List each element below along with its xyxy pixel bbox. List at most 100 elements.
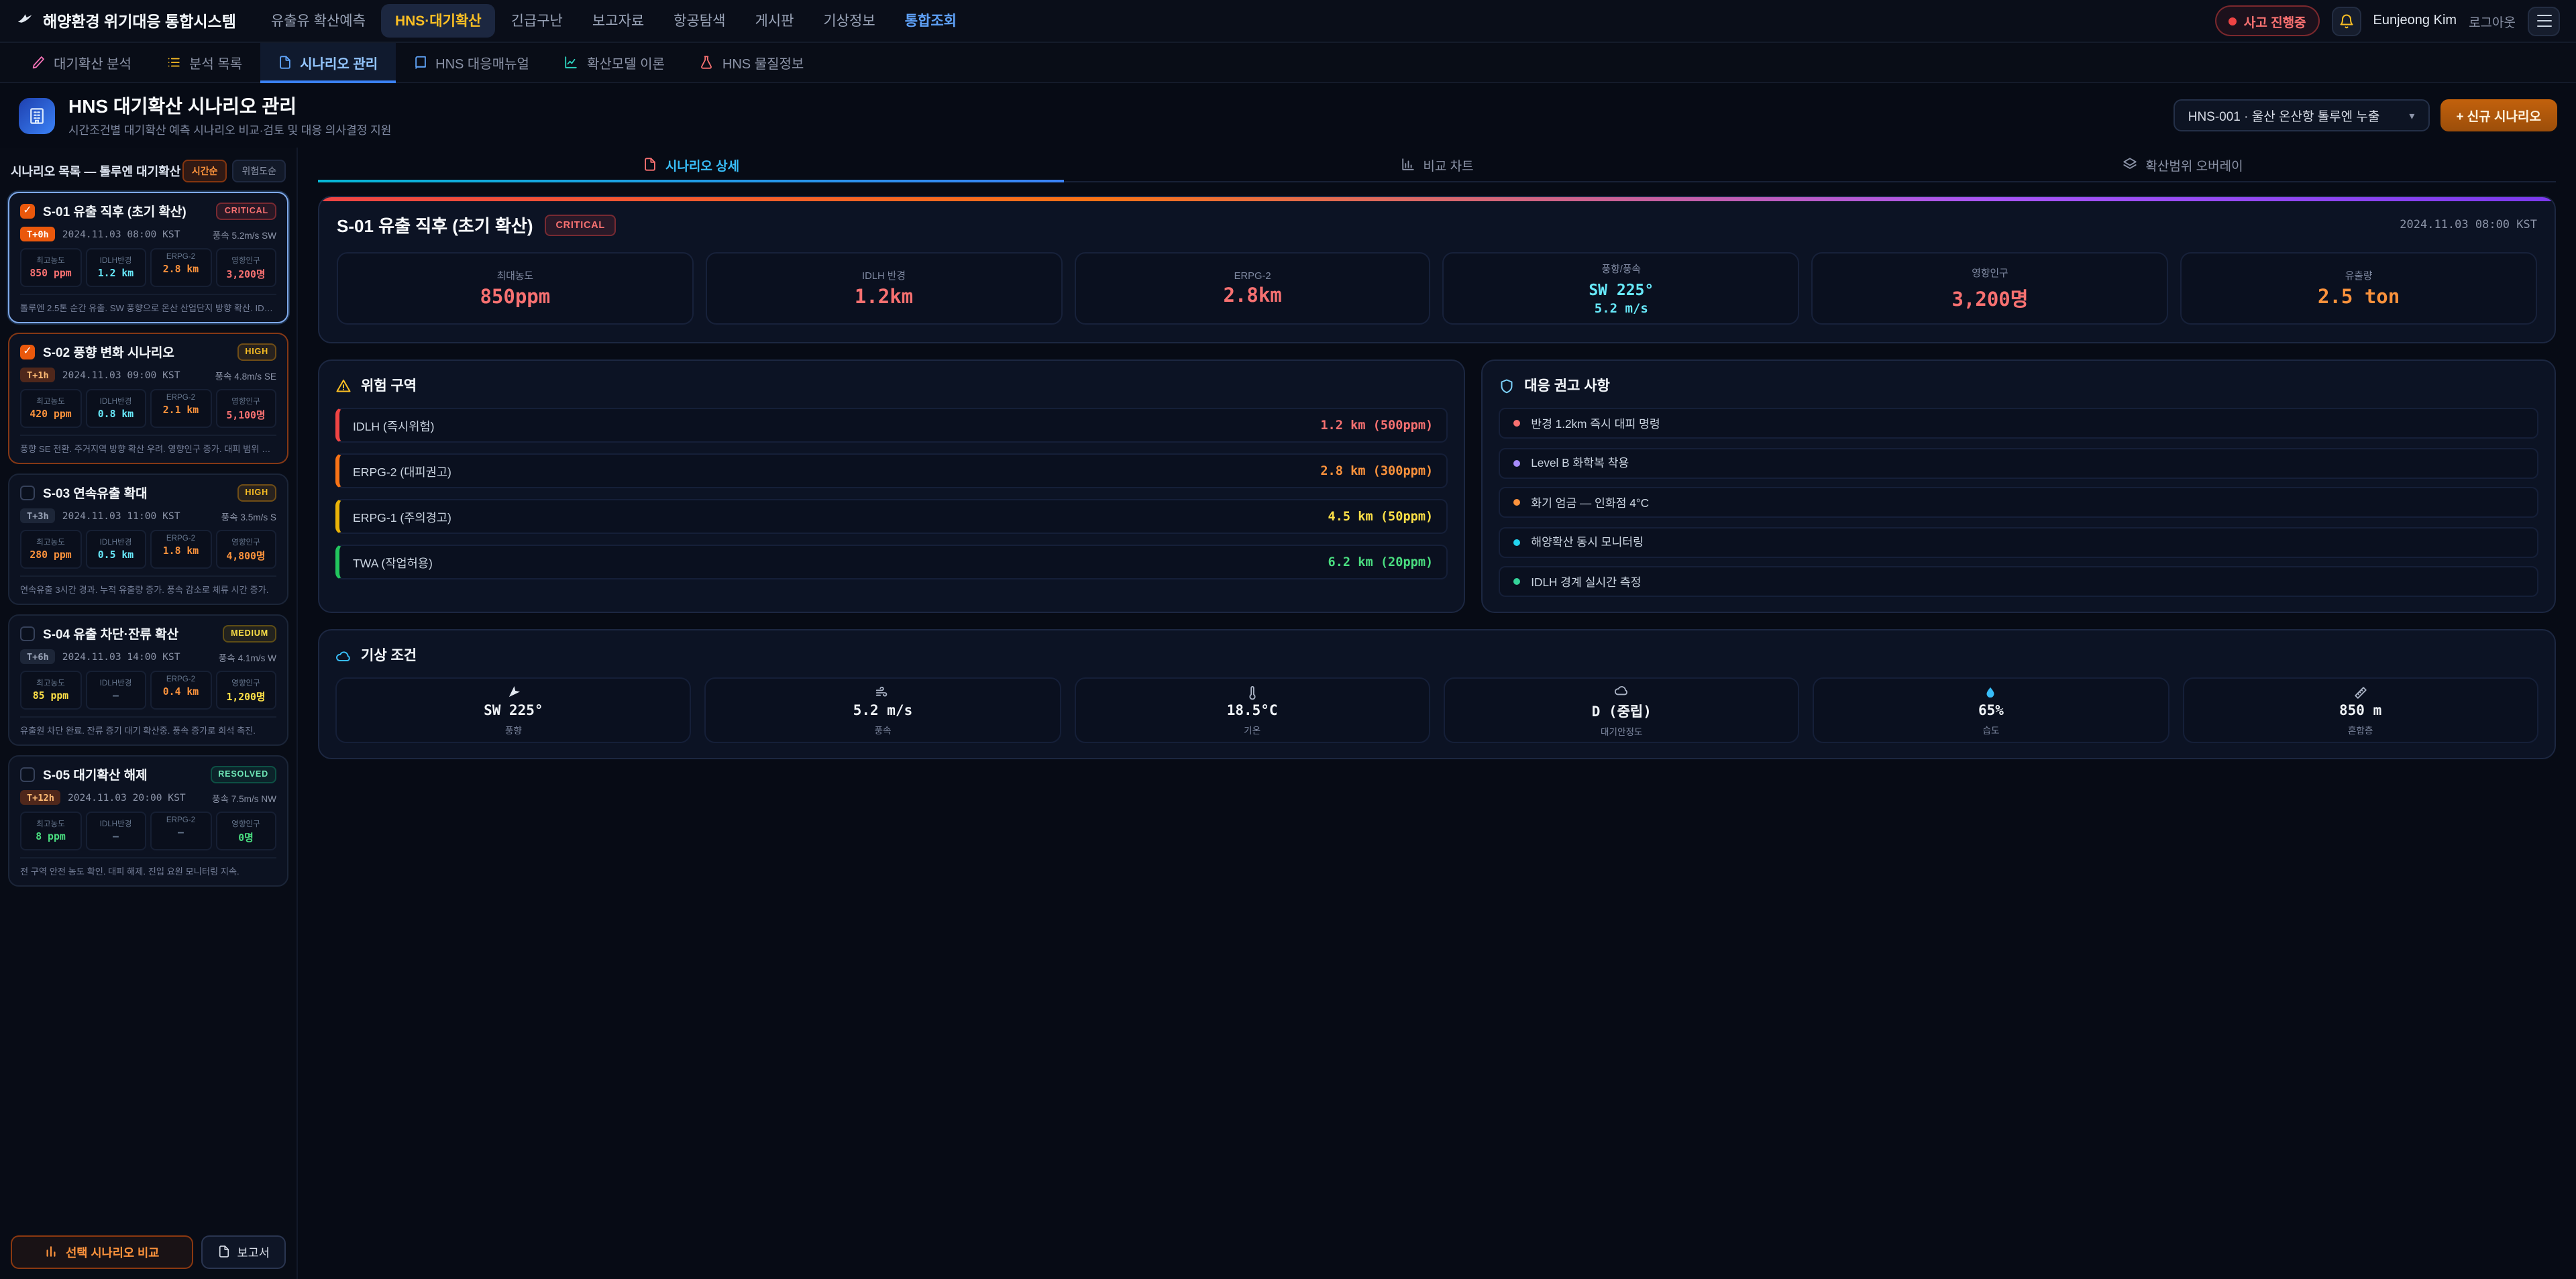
action-row: 화기 엄금 — 인화점 4°C (1499, 487, 2538, 518)
sort-by-time-button[interactable]: 시간순 (182, 160, 227, 182)
weather-label: 습도 (1982, 722, 1999, 736)
ruler-icon (2353, 685, 2368, 700)
wind-icon (875, 685, 890, 700)
sub-tabbar: 대기확산 분석 분석 목록 시나리오 관리 HNS 대응매뉴얼확산모델 이론HNS 물… (0, 43, 2576, 83)
sub-tab-5[interactable]: HNS 물질정보 (682, 43, 821, 82)
nav-item-6[interactable]: 기상정보 (810, 4, 888, 38)
main-tab-0[interactable]: 시나리오 상세 (318, 148, 1064, 181)
action-row: 해양확산 동시 모니터링 (1499, 526, 2538, 557)
sort-by-risk-button[interactable]: 위험도순 (232, 160, 286, 182)
nav-item-4[interactable]: 항공탐색 (660, 4, 739, 38)
detail-metric-label: 영향인구 (1972, 265, 2008, 280)
nav-item-5[interactable]: 게시판 (741, 4, 807, 38)
severity-badge: RESOLVED (210, 765, 276, 783)
incident-status-badge[interactable]: 사고 진행중 (2216, 5, 2320, 36)
metric-value: 4,800명 (218, 549, 274, 563)
scenario-card-top: ✓S-04 유출 차단·잔류 확산MEDIUM (20, 624, 276, 643)
app: 해양환경 위기대응 통합시스템 유출유 확산예측HNS·대기확산긴급구난보고자료… (0, 0, 2576, 1279)
metric-label: 영향인구 (218, 254, 274, 266)
metric-label: IDLH반경 (88, 676, 144, 688)
bullet-dot-icon (1513, 499, 1520, 506)
nav-item-7[interactable]: 통합조회 (892, 4, 970, 38)
weather-tile: SW 225°풍향 (335, 677, 692, 743)
main-tab-1[interactable]: 비교 차트 (1064, 148, 1810, 181)
scenario-checkbox[interactable]: ✓ (20, 203, 35, 218)
weather-tile: 65%습도 (1813, 677, 2169, 743)
sub-tab-label: 분석 목록 (189, 52, 242, 72)
scenario-list: ✓S-01 유출 직후 (초기 확산)CRITICALT+0h2024.11.0… (0, 192, 297, 887)
compare-scenarios-button[interactable]: 선택 시나리오 비교 (11, 1235, 193, 1268)
new-scenario-button[interactable]: + 신규 시나리오 (2440, 99, 2557, 131)
app-title: 해양환경 위기대응 통합시스템 (43, 10, 236, 32)
detail-metric-value: 2.8km (1223, 286, 1281, 307)
zone-row: ERPG-2 (대피권고)2.8 km (300ppm) (335, 453, 1448, 488)
scenario-checkbox[interactable]: ✓ (20, 767, 35, 781)
weather-tile: 5.2 m/s풍속 (705, 677, 1061, 743)
notifications-button[interactable] (2332, 6, 2361, 36)
metric-label: IDLH반경 (88, 817, 144, 829)
page-titles: HNS 대기확산 시나리오 관리 시간조건별 대기확산 예측 시나리오 비교·검… (68, 93, 391, 138)
scenario-time-row: T+1h2024.11.03 09:00 KST풍속 4.8m/s SE (20, 368, 276, 382)
sub-tab-3[interactable]: HNS 대응매뉴얼 (395, 43, 547, 82)
sub-tab-1[interactable]: 분석 목록 (149, 43, 260, 82)
book-icon (413, 55, 427, 70)
scenario-card-top: ✓S-02 풍향 변화 시나리오HIGH (20, 342, 276, 361)
scenario-card-S-02[interactable]: ✓S-02 풍향 변화 시나리오HIGH T+1h 2024.11.03 09:00… (8, 333, 288, 464)
metric-box: ERPG-2— (150, 812, 211, 850)
scenario-card-S-03[interactable]: ✓S-03 연속유출 확대HIGHT+3h2024.11.03 11:00 KS… (8, 474, 288, 605)
metric-value: 1.2 km (88, 267, 144, 279)
scenario-metrics: 최고농도8 ppmIDLH반경—ERPG-2—영향인구0명 (20, 812, 276, 850)
sub-tab-label: 시나리오 관리 (300, 52, 378, 72)
zone-label: ERPG-2 (대피권고) (353, 462, 451, 480)
report-button[interactable]: 보고서 (201, 1235, 286, 1268)
action-row: IDLH 경계 실시간 측정 (1499, 566, 2538, 597)
time-offset-badge: T+6h (20, 649, 56, 664)
sub-tab-4[interactable]: 확산모델 이론 (547, 43, 682, 82)
scenario-time-row: T+6h2024.11.03 14:00 KST풍속 4.1m/s W (20, 649, 276, 664)
logout-button[interactable]: 로그아웃 (2469, 11, 2516, 30)
nav-item-1[interactable]: HNS·대기확산 (382, 4, 495, 38)
incident-select[interactable]: HNS-001 · 울산 온산항 톨루엔 누출 ▾ (2174, 99, 2430, 131)
scenario-checkbox[interactable]: ✓ (20, 485, 35, 500)
file-icon (217, 1245, 230, 1258)
detail-metric-label: 풍향/풍속 (1602, 261, 1642, 276)
main-tab-label: 비교 차트 (1423, 155, 1473, 174)
scenario-checkbox[interactable]: ✓ (20, 626, 35, 641)
nav-item-3[interactable]: 보고자료 (579, 4, 657, 38)
action-row: Level B 화학복 착용 (1499, 447, 2538, 478)
menu-button[interactable] (2528, 6, 2560, 36)
zone-value: 4.5 km (50ppm) (1328, 509, 1434, 524)
action-row: 반경 1.2km 즉시 대피 명령 (1499, 408, 2538, 439)
scenario-card-S-01[interactable]: ✓S-01 유출 직후 (초기 확산)CRITICALT+0h2024.11.0… (8, 192, 288, 323)
scenario-datetime: 2024.11.03 09:00 KST (62, 369, 180, 381)
sub-tab-0[interactable]: 대기확산 분석 (13, 43, 149, 82)
wing-logo-icon (16, 12, 34, 30)
metric-box: 최고농도280 ppm (20, 530, 81, 569)
hazard-zones-header: 위험 구역 (335, 376, 1448, 396)
sidebar-header: 시나리오 목록 — 톨루엔 대기확산 시간순 위험도순 (0, 148, 297, 192)
scenario-card-S-04[interactable]: ✓S-04 유출 차단·잔류 확산MEDIUM T+6h2024.11.03 14… (8, 614, 288, 746)
page-icon (19, 97, 55, 133)
time-offset-badge: T+3h (20, 508, 56, 523)
detail-metric-tile: ERPG-22.8km (1074, 252, 1431, 325)
scenario-card-S-05[interactable]: ✓S-05 대기확산 해제RESOLVEDT+12h2024.11.03 20:… (8, 755, 288, 887)
nav-item-0[interactable]: 유출유 확산예측 (258, 4, 379, 38)
metric-value: 5,100명 (218, 408, 274, 423)
scenario-checkbox[interactable]: ✓ (20, 344, 35, 359)
pencil-icon (31, 55, 46, 70)
metric-value: 0.4 km (153, 685, 209, 698)
bullet-dot-icon (1513, 459, 1520, 466)
nav-item-2[interactable]: 긴급구난 (498, 4, 576, 38)
metric-label: 최고농도 (23, 394, 78, 406)
report-button-label: 보고서 (237, 1243, 270, 1260)
weather-label: 혼합층 (2348, 722, 2373, 736)
weather-tile: 850 m혼합층 (2182, 677, 2538, 743)
metric-value: 0명 (218, 830, 274, 845)
time-offset-badge: T+1h (20, 368, 56, 382)
scenario-time-row: T+3h2024.11.03 11:00 KST풍속 3.5m/s S (20, 508, 276, 523)
zone-rows: IDLH (즉시위험)1.2 km (500ppm)ERPG-2 (대피권고)2… (335, 408, 1448, 579)
sub-tab-label: 대기확산 분석 (54, 52, 131, 72)
metric-label: 최고농도 (23, 817, 78, 829)
sub-tab-2[interactable]: 시나리오 관리 (260, 43, 395, 82)
main-tab-2[interactable]: 확산범위 오버레이 (1810, 148, 2556, 181)
